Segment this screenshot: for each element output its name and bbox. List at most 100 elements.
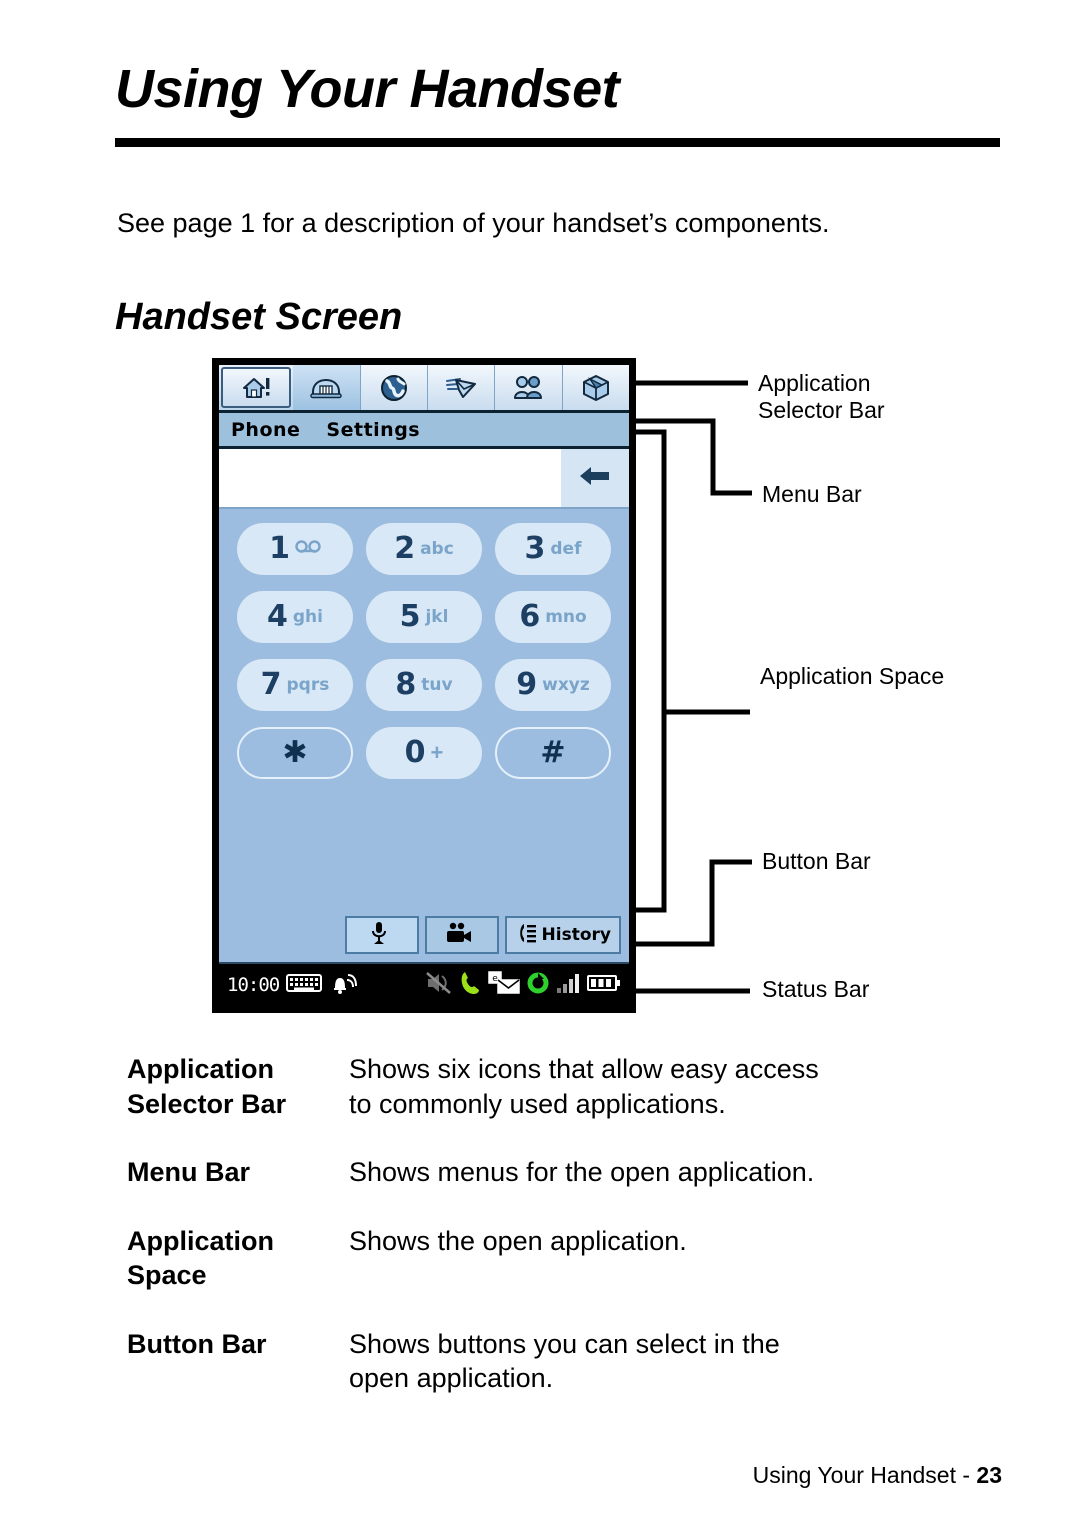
- history-button-label: History: [541, 925, 611, 945]
- backspace-button[interactable]: [561, 449, 629, 507]
- key-digit: 8: [395, 667, 417, 702]
- key-1[interactable]: 1: [237, 523, 353, 575]
- key-8[interactable]: 8 tuv: [366, 659, 482, 711]
- mute-icon: [424, 970, 452, 1001]
- box-icon: [581, 373, 611, 403]
- key-symbol: ✱: [282, 735, 308, 770]
- microphone-button[interactable]: [344, 916, 419, 954]
- definition-description: Shows six icons that allow easy access t…: [349, 1054, 819, 1119]
- key-letters: jkl: [425, 606, 449, 627]
- footer-text: Using Your Handset -: [752, 1462, 977, 1488]
- key-star[interactable]: ✱: [237, 727, 353, 779]
- contacts-icon: [512, 374, 544, 402]
- manual-page: Using Your Handset See page 1 for a desc…: [0, 0, 1080, 1525]
- key-digit: 9: [516, 667, 538, 702]
- definition-list: Application Selector Bar Shows six icons…: [127, 1052, 1007, 1430]
- phone-active-icon: [459, 970, 481, 1001]
- definition-term: Menu Bar: [127, 1157, 251, 1188]
- sync-icon: [527, 972, 549, 999]
- key-letters: abc: [420, 538, 454, 559]
- footer-page-number: 23: [976, 1462, 1002, 1488]
- key-hash[interactable]: #: [495, 727, 611, 779]
- status-bar: 10:00 e: [219, 962, 629, 1006]
- app-tab-browser[interactable]: [360, 365, 428, 410]
- key-2[interactable]: 2 abc: [366, 523, 482, 575]
- key-letters: pqrs: [286, 674, 330, 695]
- phone-icon: [309, 375, 343, 401]
- app-tab-phone[interactable]: [293, 365, 361, 410]
- message-icon: e: [488, 970, 520, 1000]
- key-letters: mno: [545, 606, 587, 627]
- definition-description: Shows menus for the open application.: [349, 1157, 815, 1188]
- application-selector-bar: [219, 365, 629, 413]
- signal-bars-icon: [556, 972, 580, 999]
- definition-row: Application Selector Bar Shows six icons…: [127, 1052, 1007, 1121]
- video-camera-icon: [445, 922, 473, 949]
- key-9[interactable]: 9 wxyz: [495, 659, 611, 711]
- winged-envelope-icon: [444, 374, 478, 402]
- keypad-row: 1 2 abc 3 def: [237, 523, 611, 575]
- key-digit: 1: [269, 531, 290, 566]
- callout-application-space: Application Space: [760, 663, 945, 689]
- key-symbol: #: [540, 735, 566, 770]
- key-letters: def: [550, 538, 582, 559]
- history-button[interactable]: History: [504, 916, 621, 954]
- key-5[interactable]: 5 jkl: [366, 591, 482, 643]
- definition-term: Application Selector Bar: [127, 1054, 287, 1119]
- handset-display: Phone Settings 1 2 abc 3 def 4 ghi 5 jkl…: [219, 365, 629, 1006]
- key-6[interactable]: 6 mno: [495, 591, 611, 643]
- number-input-row: [219, 449, 629, 509]
- definition-term: Application Space: [127, 1225, 274, 1291]
- key-digit: 3: [524, 531, 546, 566]
- key-digit: 6: [519, 599, 541, 634]
- definition-row: Application Space Shows the open applica…: [127, 1224, 1007, 1293]
- key-digit: 7: [260, 667, 282, 702]
- intro-paragraph: See page 1 for a description of your han…: [117, 208, 830, 238]
- key-4[interactable]: 4 ghi: [237, 591, 353, 643]
- definition-row: Button Bar Shows buttons you can select …: [127, 1327, 1007, 1396]
- button-bar: History: [219, 916, 629, 962]
- backspace-arrow-icon: [578, 464, 612, 493]
- menu-bar: Phone Settings: [219, 413, 629, 449]
- keyboard-icon: [286, 972, 323, 999]
- key-7[interactable]: 7 pqrs: [237, 659, 353, 711]
- key-digit: 4: [267, 599, 288, 634]
- keypad-row: 7 pqrs 8 tuv 9 wxyz: [237, 659, 611, 711]
- definition-description: Shows the open application.: [349, 1225, 687, 1256]
- key-letters: ghi: [292, 606, 323, 627]
- call-history-icon: [515, 922, 537, 949]
- app-tab-contacts[interactable]: [495, 365, 563, 410]
- phone-number-input[interactable]: [219, 449, 561, 507]
- section-heading: Handset Screen: [115, 296, 403, 338]
- page-footer: Using Your Handset - 23: [753, 1462, 1002, 1489]
- key-digit: 0: [404, 735, 426, 770]
- dial-keypad: 1 2 abc 3 def 4 ghi 5 jkl 6 mno 7 pqrs 8…: [219, 509, 629, 916]
- callout-button-bar: Button Bar: [762, 848, 871, 874]
- keypad-row: ✱ 0 + #: [237, 727, 611, 779]
- app-tab-applications[interactable]: [562, 365, 629, 410]
- key-digit: 5: [399, 599, 421, 634]
- callout-menu-bar: Menu Bar: [762, 481, 862, 507]
- definition-term: Button Bar: [127, 1328, 267, 1359]
- voicemail-icon: [295, 540, 321, 558]
- key-letters: tuv: [421, 674, 453, 695]
- key-letters: wxyz: [542, 674, 590, 695]
- menu-item-settings[interactable]: Settings: [326, 419, 420, 441]
- app-tab-home[interactable]: [221, 367, 292, 408]
- key-letters: +: [430, 740, 444, 765]
- key-digit: 2: [394, 531, 416, 566]
- app-tab-messaging[interactable]: [427, 365, 496, 410]
- handset-screen-illustration: Phone Settings 1 2 abc 3 def 4 ghi 5 jkl…: [212, 358, 636, 1013]
- callout-status-bar: Status Bar: [762, 976, 870, 1002]
- menu-item-phone[interactable]: Phone: [231, 419, 300, 441]
- microphone-icon: [371, 920, 387, 951]
- page-title: Using Your Handset: [115, 59, 620, 119]
- title-divider: [115, 138, 1000, 147]
- battery-icon: [587, 973, 621, 998]
- key-3[interactable]: 3 def: [495, 523, 611, 575]
- home-alert-icon: [241, 374, 271, 402]
- callout-application-selector-bar: Application Selector Bar: [758, 370, 885, 424]
- keypad-row: 4 ghi 5 jkl 6 mno: [237, 591, 611, 643]
- key-0[interactable]: 0 +: [366, 727, 482, 779]
- video-call-button[interactable]: [424, 916, 499, 954]
